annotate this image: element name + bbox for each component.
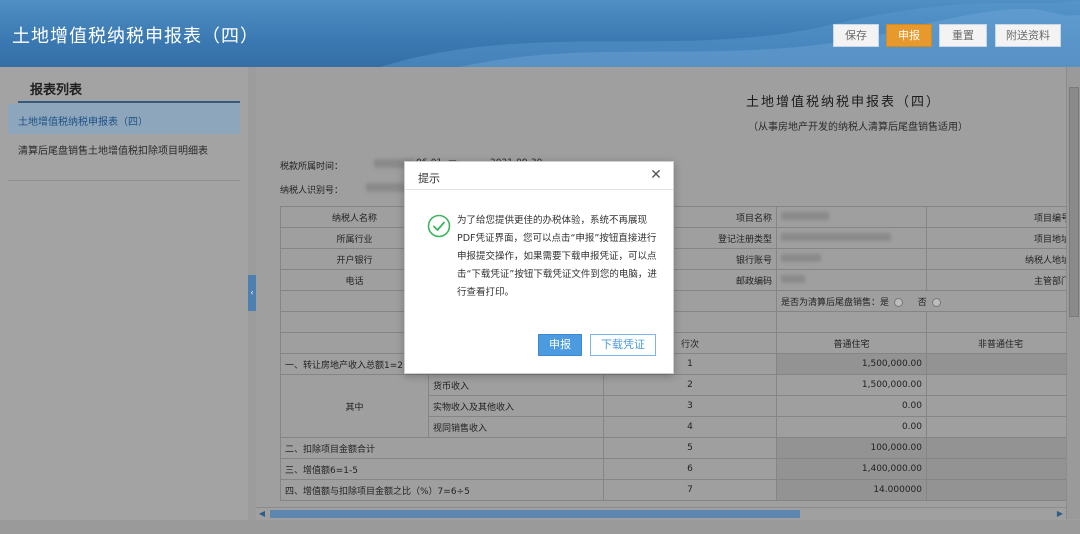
table-cell: 主管部门 (926, 269, 1075, 291)
row-group-label: 其中 (280, 374, 429, 438)
table-cell (776, 269, 927, 291)
table-cell (776, 311, 927, 333)
table-cell: 纳税人地址 (926, 248, 1075, 270)
row-number: 4 (603, 416, 777, 438)
ordinary-value: 1,500,000.00 (776, 353, 927, 375)
sidebar-item-deduction-detail[interactable]: 清算后尾盘销售土地增值税扣除项目明细表 (18, 144, 218, 159)
non-ordinary-value[interactable] (926, 395, 1075, 417)
table-row: 所属行业 登记注册类型 项目地址 (280, 227, 1075, 249)
sidebar-item-label: 土地增值税纳税申报表（四） (18, 117, 148, 128)
table-row: 开户银行 银行账号 纳税人地址 (280, 248, 1075, 270)
row-number: 5 (603, 437, 777, 459)
clearance-no-radio[interactable] (931, 297, 941, 307)
table-row: 纳税人名称 项目名称 项目编号 (280, 206, 1075, 228)
form-subtitle: （从事房地产开发的纳税人清算后尾盘销售适用） (748, 122, 968, 133)
table-cell (776, 206, 927, 228)
declaration-table: 纳税人名称 项目名称 项目编号 所属行业 登记注册类型 项目地址 开户银行 银行… (280, 206, 1075, 501)
period-label: 税款所属时间： (280, 162, 344, 172)
row-label: 四、增值额与扣除项目金额之比（%）7=6÷5 (280, 479, 604, 501)
row-sublabel: 实物收入及其他收入 (428, 395, 604, 417)
non-ordinary-value (926, 479, 1075, 501)
row-number: 3 (603, 395, 777, 417)
form-title: 土地增值税纳税申报表（四） (746, 95, 942, 110)
reset-button[interactable]: 重置 (939, 24, 987, 47)
table-row: 电话 邮政编码 主管部门 (280, 269, 1075, 291)
row-label: 二、扣除项目金额合计 (280, 437, 604, 459)
vertical-scroll-thumb[interactable] (1069, 87, 1079, 317)
dialog-title: 提示 (418, 172, 440, 185)
scroll-left-icon[interactable]: ◀ (256, 508, 268, 520)
row-number: 7 (603, 479, 777, 501)
table-row: 三、增值额6=1-5 6 1,400,000.00 (280, 458, 1075, 480)
attach-materials-button[interactable]: 附送资料 (995, 24, 1061, 47)
bottom-bar (0, 520, 1080, 534)
non-ordinary-value (926, 437, 1075, 459)
dialog-header: 提示 ✕ (405, 162, 673, 190)
table-row: 其中 货币收入 2 1,500,000.00 (280, 374, 1075, 438)
table-row: 是否为清算后尾盘销售：是 否 (280, 290, 1075, 312)
table-cell: 项目地址 (926, 227, 1075, 249)
table-row (280, 311, 1075, 333)
page-title: 土地增值税纳税申报表（四） (12, 26, 259, 47)
table-row: 一、转让房地产收入总额1=2+3+4 1 1,500,000.00 (280, 353, 1075, 375)
non-ordinary-value[interactable] (926, 374, 1075, 396)
ordinary-value[interactable]: 0.00 (776, 395, 927, 417)
download-certificate-button[interactable]: 下载凭证 (590, 334, 656, 356)
vertical-scrollbar[interactable] (1066, 67, 1080, 519)
notice-dialog: 提示 ✕ 为了给您提供更佳的办税体验，系统不再展现PDF凭证界面，您可以点击“申… (404, 161, 674, 374)
ordinary-value: 100,000.00 (776, 437, 927, 459)
row-label: 三、增值额6=1-5 (280, 458, 604, 480)
row-sublabel: 货币收入 (428, 374, 604, 396)
non-ordinary-value (926, 458, 1075, 480)
report-list-sidebar: 报表列表 土地增值税纳税申报表（四） 清算后尾盘销售土地增值税扣除项目明细表 (0, 67, 248, 534)
check-circle-icon (427, 214, 451, 238)
sidebar-divider (8, 180, 240, 181)
save-button[interactable]: 保存 (833, 24, 879, 47)
horizontal-scroll-thumb[interactable] (270, 510, 800, 518)
non-ordinary-housing-header: 非普通住宅 (926, 332, 1075, 354)
non-ordinary-value[interactable] (926, 416, 1075, 438)
clearance-no-label: 否 (917, 297, 927, 308)
ordinary-value: 1,400,000.00 (776, 458, 927, 480)
row-number: 2 (603, 374, 777, 396)
table-cell (776, 227, 927, 249)
submit-button[interactable]: 申报 (886, 24, 932, 47)
table-cell (776, 248, 927, 270)
ordinary-value[interactable]: 0.00 (776, 416, 927, 438)
row-number: 6 (603, 458, 777, 480)
sidebar-collapse-toggle[interactable]: ‹ (248, 275, 256, 311)
sidebar-title-underline (18, 101, 240, 103)
app-header: 土地增值税纳税申报表（四） 保存 申报 重置 附送资料 (0, 0, 1080, 67)
horizontal-scrollbar[interactable]: ◀ ▶ (256, 507, 1066, 520)
table-cell (926, 311, 1075, 333)
ordinary-value: 14.000000 (776, 479, 927, 501)
non-ordinary-value[interactable] (926, 353, 1075, 375)
clearance-yes-radio[interactable] (893, 297, 903, 307)
taxpayer-id-label: 纳税人识别号： (280, 186, 344, 196)
scroll-right-icon[interactable]: ▶ (1054, 508, 1066, 520)
table-row: 二、扣除项目金额合计 5 100,000.00 (280, 437, 1075, 459)
ordinary-value[interactable]: 1,500,000.00 (776, 374, 927, 396)
row-sublabel: 视同销售收入 (428, 416, 604, 438)
clearance-question-cell: 是否为清算后尾盘销售：是 否 (776, 290, 1075, 312)
ordinary-housing-header: 普通住宅 (776, 332, 927, 354)
sidebar-item-form-four[interactable]: 土地增值税纳税申报表（四） (8, 104, 240, 134)
close-icon[interactable]: ✕ (648, 167, 664, 183)
table-row: 四、增值额与扣除项目金额之比（%）7=6÷5 7 14.000000 (280, 479, 1075, 501)
table-cell: 项目编号 (926, 206, 1075, 228)
sidebar-title: 报表列表 (30, 83, 83, 98)
clearance-question: 是否为清算后尾盘销售：是 (781, 297, 890, 308)
dialog-submit-button[interactable]: 申报 (538, 334, 582, 356)
table-header-row: 行次 普通住宅 非普通住宅 (280, 332, 1075, 354)
dialog-message: 为了给您提供更佳的办税体验，系统不再展现PDF凭证界面，您可以点击“申报”按钮直… (457, 215, 657, 298)
